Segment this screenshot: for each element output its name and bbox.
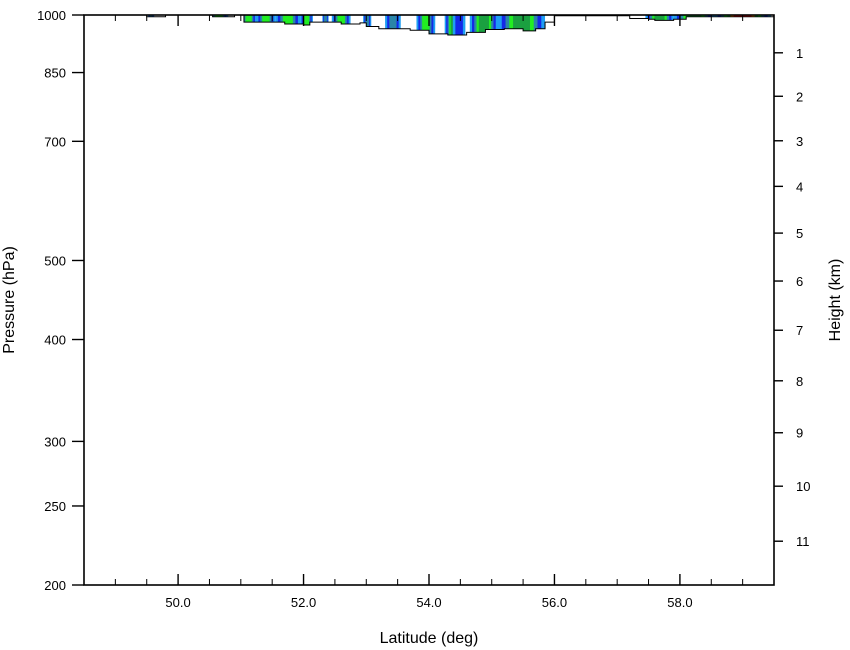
y-tick-label: 400 — [44, 333, 66, 348]
y-tick-label: 200 — [44, 578, 66, 593]
y-tick-label: 250 — [44, 499, 66, 514]
height-tick-label: 9 — [796, 426, 803, 441]
height-tick-label: 1 — [796, 46, 803, 61]
x-tick-label: 56.0 — [542, 595, 567, 610]
height-tick-label: 4 — [796, 179, 803, 194]
y-tick-label: 300 — [44, 434, 66, 449]
height-tick-label: 5 — [796, 226, 803, 241]
height-tick-label: 10 — [796, 479, 810, 494]
y-tick-label: 1000 — [37, 8, 66, 23]
terrain-layer — [84, 14, 775, 585]
height-tick-label: 7 — [796, 323, 803, 338]
terrain-mask — [84, 15, 774, 585]
y-tick-label: 500 — [44, 253, 66, 268]
height-tick-label: 8 — [796, 374, 803, 389]
height-tick-label: 11 — [796, 534, 810, 549]
x-tick-label: 58.0 — [667, 595, 692, 610]
height-tick-label: 2 — [796, 89, 803, 104]
y-axis-title: Pressure (hPa) — [1, 246, 18, 354]
x-tick-label: 52.0 — [291, 595, 316, 610]
height-tick-label: 3 — [796, 134, 803, 149]
height-tick-label: 6 — [796, 274, 803, 289]
y-tick-label: 700 — [44, 134, 66, 149]
x-tick-label: 54.0 — [416, 595, 441, 610]
y2-axis-title: Height (km) — [827, 259, 844, 342]
contour-chart: 50.0 52.0 54.0 56.0 58.020025030040050070085… — [1, 8, 844, 647]
x-axis-title: Latitude (deg) — [380, 630, 479, 647]
y-tick-label: 850 — [44, 66, 66, 81]
x-tick-label: 50.0 — [165, 595, 190, 610]
